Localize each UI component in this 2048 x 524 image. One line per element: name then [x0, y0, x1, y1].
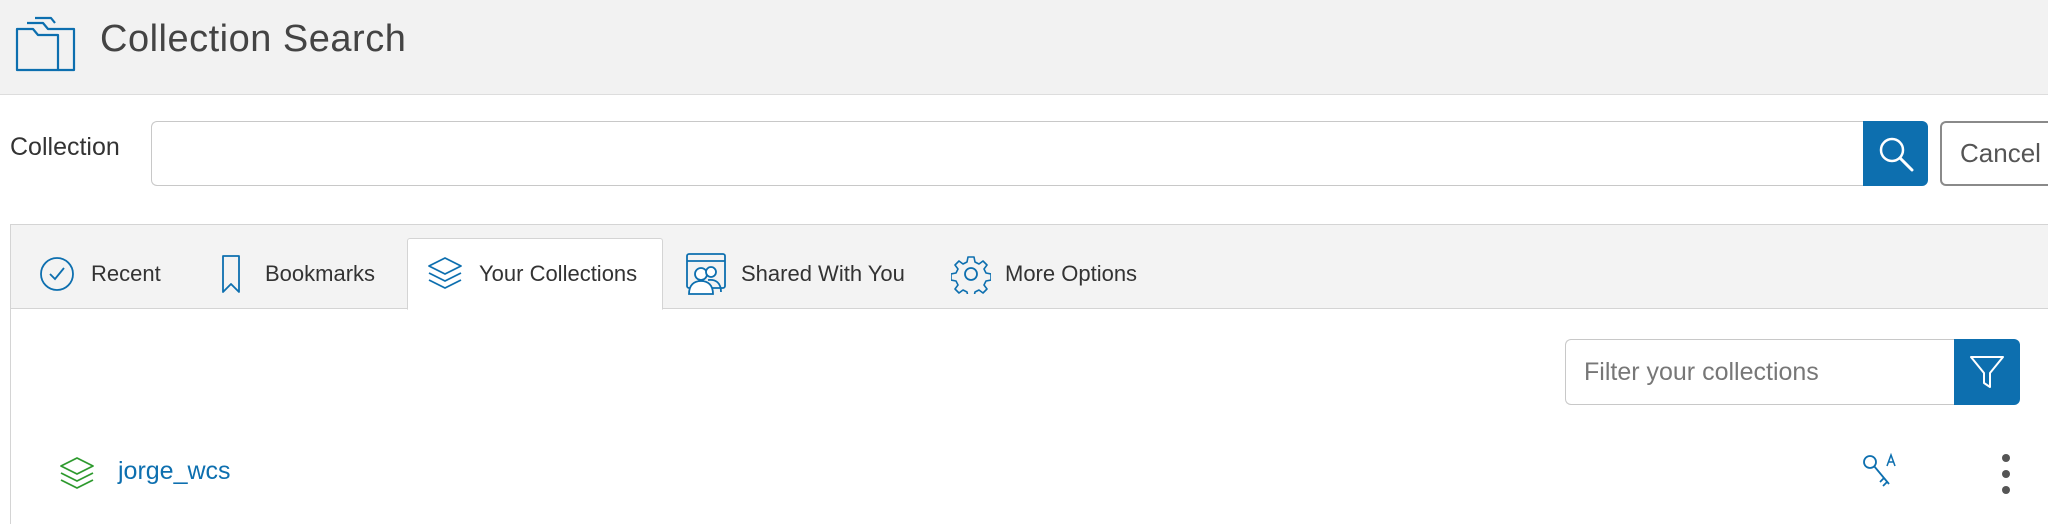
- page-header: Collection Search: [0, 0, 2048, 95]
- filter-icon: [1970, 356, 2004, 388]
- more-vertical-icon[interactable]: [1996, 452, 2016, 496]
- bookmark-icon: [222, 255, 240, 293]
- shared-users-icon: [686, 253, 726, 295]
- page-title: Collection Search: [100, 18, 407, 60]
- collection-search-input[interactable]: [151, 121, 1863, 186]
- tab-shared-with-you[interactable]: Shared With You: [681, 239, 905, 309]
- tab-more-options[interactable]: More Options: [951, 239, 1137, 309]
- search-label: Collection: [10, 133, 120, 161]
- tab-bookmarks[interactable]: Bookmarks: [211, 239, 375, 309]
- tab-label: Your Collections: [479, 261, 638, 286]
- search-button[interactable]: [1863, 121, 1928, 186]
- tab-recent[interactable]: Recent: [37, 239, 161, 309]
- clock-icon: [40, 257, 74, 291]
- tab-label: More Options: [1005, 261, 1138, 286]
- tab-your-collections[interactable]: Your Collections: [407, 238, 664, 310]
- tab-label: Bookmarks: [265, 261, 376, 286]
- cancel-button[interactable]: Cancel: [1940, 121, 2048, 186]
- collection-link[interactable]: jorge_wcs: [118, 457, 231, 486]
- search-icon: [1879, 137, 1913, 171]
- filter-collections-input[interactable]: [1565, 339, 1954, 405]
- key-permissions-icon[interactable]: [1859, 452, 1903, 492]
- layers-icon: [60, 457, 94, 489]
- tab-label: Recent: [91, 261, 161, 286]
- gear-icon: [951, 256, 991, 294]
- folder-icon: [15, 16, 76, 72]
- tab-label: Shared With You: [741, 261, 905, 286]
- layers-icon: [428, 257, 462, 289]
- tab-bar: Recent Bookmarks Your Collections Shared…: [11, 225, 2048, 310]
- collections-panel: Recent Bookmarks Your Collections Shared…: [10, 224, 2048, 524]
- filter-button[interactable]: [1954, 339, 2020, 405]
